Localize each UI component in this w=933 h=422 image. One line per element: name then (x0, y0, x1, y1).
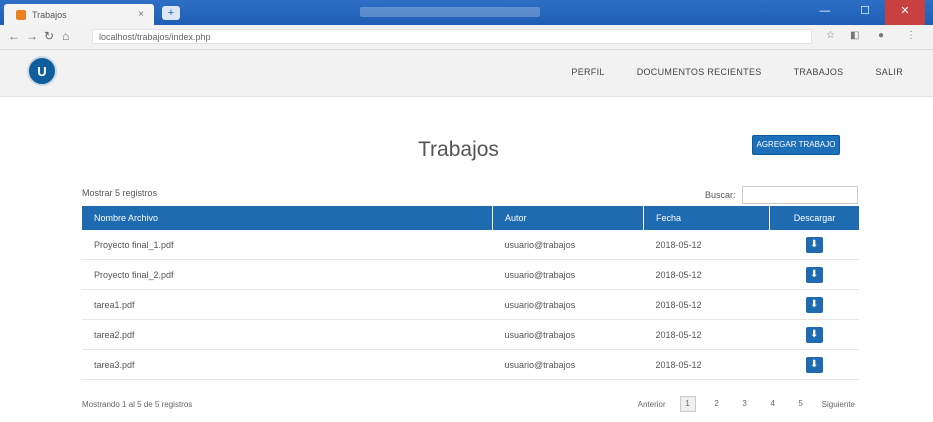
main-menu: PERFIL DOCUMENTOS RECIENTES TRABAJOS SAL… (571, 67, 903, 77)
page-title: Trabajos (418, 138, 499, 161)
table-row: tarea2.pdf usuario@trabajos 2018-05-12 ⬇ (82, 319, 859, 350)
cell-date: 2018-05-12 (643, 230, 770, 260)
cell-author: usuario@trabajos (492, 289, 644, 320)
download-icon[interactable]: ⬇ (805, 356, 823, 373)
search-input[interactable] (742, 186, 858, 204)
profile-icon[interactable]: ● (878, 30, 884, 41)
menu-item-perfil[interactable]: PERFIL (571, 67, 604, 77)
address-bar-row: ← → ↻ ⌂ localhost/trabajos/index.php ☆ ◧… (0, 25, 933, 50)
bookmark-icon[interactable]: ☆ (826, 30, 835, 41)
download-icon[interactable]: ⬇ (805, 326, 823, 343)
forward-icon[interactable]: → (26, 29, 38, 43)
window-title-bar (360, 7, 540, 17)
minimize-button[interactable]: — (805, 0, 845, 25)
table-row: Proyecto final_1.pdf usuario@trabajos 20… (82, 230, 859, 260)
add-trabajo-button[interactable]: AGREGAR TRABAJO (752, 135, 840, 155)
refresh-icon[interactable]: ↻ (44, 29, 54, 43)
search-label: Buscar: (705, 190, 736, 200)
cell-author: usuario@trabajos (492, 259, 644, 290)
trabajos-table: Nombre Archivo Autor Fecha Descargar Pro… (82, 206, 859, 380)
download-icon[interactable]: ⬇ (805, 236, 823, 253)
show-entries-select[interactable]: Mostrar 5 registros (82, 188, 157, 198)
browser-tab[interactable]: Trabajos × (4, 4, 154, 25)
cell-file: tarea3.pdf (82, 349, 493, 380)
cell-file: Proyecto final_1.pdf (82, 230, 493, 260)
column-header-descargar: Descargar (769, 206, 859, 230)
cell-date: 2018-05-12 (643, 319, 770, 350)
favicon-icon (16, 9, 26, 20)
home-icon[interactable]: ⌂ (62, 29, 69, 43)
table-row: tarea3.pdf usuario@trabajos 2018-05-12 ⬇ (82, 349, 859, 380)
previous-page-link[interactable]: Anterior (638, 400, 666, 409)
extension-icon[interactable]: ◧ (850, 30, 859, 41)
table-info-text: Mostrando 1 al 5 de 5 registros (82, 400, 193, 409)
cell-date: 2018-05-12 (643, 349, 770, 380)
cell-author: usuario@trabajos (492, 349, 644, 380)
download-icon[interactable]: ⬇ (805, 296, 823, 313)
menu-item-documentos-recientes[interactable]: DOCUMENTOS RECIENTES (637, 67, 762, 77)
maximize-button[interactable]: ☐ (845, 0, 885, 25)
column-header-autor[interactable]: Autor (492, 206, 644, 230)
browser-tab-title: Trabajos (32, 9, 67, 20)
close-tab-icon[interactable]: × (138, 9, 144, 20)
column-header-nombre-archivo[interactable]: Nombre Archivo (82, 206, 493, 230)
cell-date: 2018-05-12 (643, 259, 770, 290)
cell-date: 2018-05-12 (643, 289, 770, 320)
page-link-5[interactable]: 5 (794, 397, 808, 411)
cell-file: tarea1.pdf (82, 289, 493, 320)
cell-file: Proyecto final_2.pdf (82, 259, 493, 290)
url-input[interactable]: localhost/trabajos/index.php (92, 29, 812, 44)
app-header: U PERFIL DOCUMENTOS RECIENTES TRABAJOS S… (0, 50, 933, 97)
back-icon[interactable]: ← (8, 29, 20, 43)
next-page-link[interactable]: Siguiente (822, 400, 855, 409)
table-header-row: Nombre Archivo Autor Fecha Descargar (82, 206, 859, 230)
new-tab-button[interactable]: + (162, 6, 180, 20)
page-link-1[interactable]: 1 (679, 396, 696, 412)
browser-tab-strip: Trabajos × + — ☐ ✕ (0, 0, 933, 25)
browser-menu-icon[interactable]: ⋮ (906, 30, 916, 41)
menu-item-salir[interactable]: SALIR (875, 67, 903, 77)
page-link-3[interactable]: 3 (738, 397, 752, 411)
app-logo[interactable]: U (27, 56, 57, 86)
page-link-4[interactable]: 4 (766, 397, 780, 411)
table-row: Proyecto final_2.pdf usuario@trabajos 20… (82, 259, 859, 290)
table-row: tarea1.pdf usuario@trabajos 2018-05-12 ⬇ (82, 289, 859, 320)
menu-item-trabajos[interactable]: TRABAJOS (794, 67, 844, 77)
cell-file: tarea2.pdf (82, 319, 493, 350)
pagination: Anterior 1 2 3 4 5 Siguiente (638, 396, 855, 412)
close-window-button[interactable]: ✕ (885, 0, 925, 25)
page-link-2[interactable]: 2 (710, 397, 724, 411)
cell-author: usuario@trabajos (492, 319, 644, 350)
column-header-fecha[interactable]: Fecha (643, 206, 770, 230)
cell-author: usuario@trabajos (492, 230, 644, 260)
download-icon[interactable]: ⬇ (805, 266, 823, 283)
